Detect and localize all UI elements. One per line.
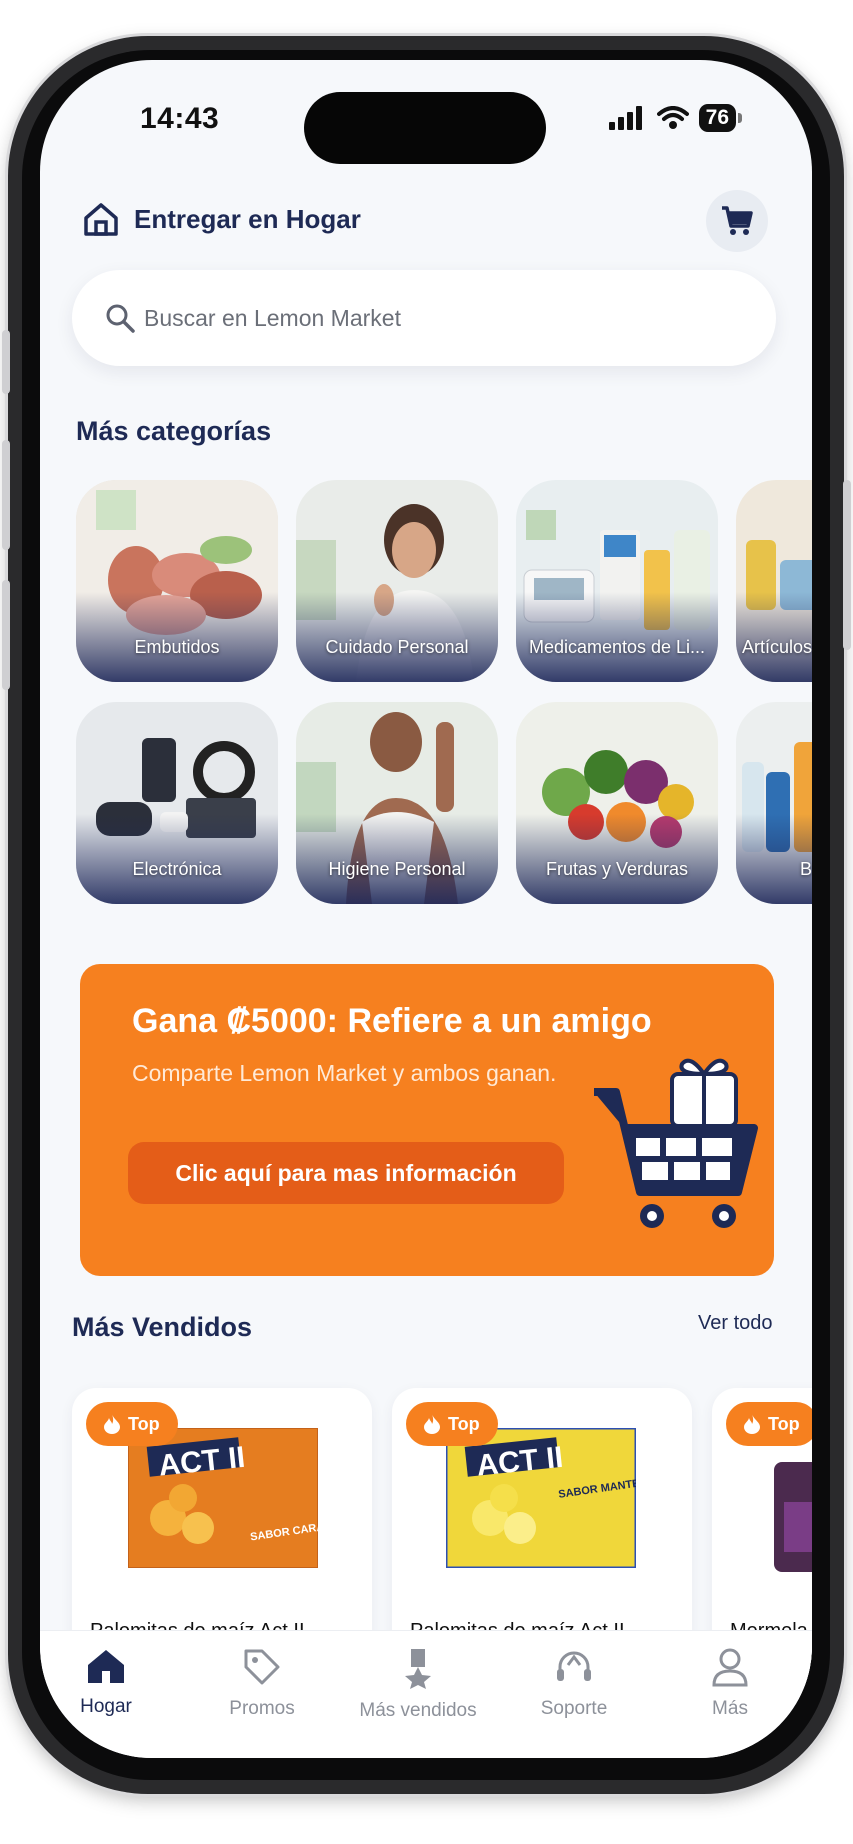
- tab-label: Promos: [229, 1698, 295, 1719]
- dynamic-island: [304, 92, 546, 164]
- search-bar[interactable]: Buscar en Lemon Market: [72, 270, 776, 366]
- category-electronica[interactable]: Electrónica: [76, 702, 278, 904]
- flame-icon: [744, 1414, 760, 1434]
- top-badge-label: Top: [128, 1413, 160, 1434]
- category-label: Cuidado Personal: [325, 637, 469, 657]
- volume-up-button: [2, 440, 10, 550]
- cart-button[interactable]: [706, 190, 768, 252]
- referral-banner[interactable]: Gana ₡5000: Refiere a un amigo Comparte …: [80, 964, 774, 1276]
- delivery-location[interactable]: Entregar en Hogar: [82, 200, 361, 238]
- bottom-tab-bar: Hogar Promos Más vendidos Soporte Más: [40, 1630, 812, 1758]
- category-bebidas[interactable]: B: [736, 702, 812, 904]
- product-image: ACT II SABOR CARAMELO: [128, 1428, 318, 1568]
- tab-mas-vendidos[interactable]: Más vendidos: [348, 1647, 488, 1722]
- delivery-location-label: Entregar en Hogar: [134, 203, 361, 234]
- signal-icon: [608, 106, 642, 130]
- gift-cart-icon: [594, 1058, 758, 1228]
- medal-icon: [405, 1649, 431, 1689]
- category-articulos[interactable]: Artículos: [736, 480, 812, 682]
- referral-title: Gana ₡5000: Refiere a un amigo: [132, 1002, 652, 1040]
- power-button: [843, 480, 851, 650]
- status-time: 14:43: [140, 102, 220, 135]
- category-label: Artículos: [742, 637, 812, 657]
- tab-hogar[interactable]: Hogar: [40, 1647, 176, 1718]
- referral-subtitle: Comparte Lemon Market y ambos ganan.: [132, 1060, 557, 1086]
- category-cuidado-personal[interactable]: Cuidado Personal: [296, 480, 498, 682]
- top-badge-label: Top: [768, 1413, 800, 1434]
- battery-indicator: 76: [698, 104, 743, 132]
- category-embutidos[interactable]: Embutidos: [76, 480, 278, 682]
- tab-label: Hogar: [80, 1696, 132, 1717]
- shopping-cart-icon: [722, 206, 753, 235]
- categories-title: Más categorías: [76, 416, 272, 446]
- status-indicators: 76: [608, 104, 743, 132]
- wifi-icon: [656, 106, 689, 129]
- product-image: [774, 1462, 812, 1572]
- home-outline-icon: [84, 203, 118, 236]
- flame-icon: [104, 1414, 120, 1434]
- volume-down-button: [2, 580, 10, 690]
- top-badge-label: Top: [448, 1413, 480, 1434]
- best-sellers-title: Más Vendidos: [72, 1312, 253, 1342]
- top-badge: Top: [406, 1402, 498, 1446]
- tab-promos[interactable]: Promos: [192, 1647, 332, 1720]
- category-frutas-verduras[interactable]: Frutas y Verduras: [516, 702, 718, 904]
- tab-soporte[interactable]: Soporte: [504, 1647, 644, 1720]
- top-badge: Top: [86, 1402, 178, 1446]
- category-medicamentos[interactable]: Medicamentos de Li...: [516, 480, 718, 682]
- category-higiene-personal[interactable]: Higiene Personal: [296, 702, 498, 904]
- category-label: Frutas y Verduras: [545, 859, 689, 879]
- tab-label: Más: [712, 1698, 748, 1719]
- tag-icon: [244, 1649, 280, 1685]
- search-icon: [106, 304, 135, 333]
- search-input[interactable]: Buscar en Lemon Market: [144, 305, 401, 332]
- flame-icon: [424, 1414, 440, 1434]
- category-label: Embutidos: [134, 637, 220, 657]
- category-label: B: [800, 859, 812, 879]
- mute-switch: [2, 330, 10, 394]
- category-label: Higiene Personal: [328, 859, 466, 879]
- see-all-link[interactable]: Ver todo: [698, 1312, 773, 1335]
- tab-mas[interactable]: Más: [660, 1647, 800, 1720]
- home-icon: [88, 1650, 124, 1683]
- tab-label: Soporte: [540, 1698, 608, 1719]
- top-badge: Top: [726, 1402, 812, 1446]
- tab-label: Más vendidos: [359, 1700, 477, 1721]
- product-image: ACT II SABOR MANTEQUILLA: [446, 1428, 636, 1568]
- user-icon: [712, 1648, 748, 1687]
- support-headset-icon: [557, 1651, 591, 1681]
- app-screen: 14:43 76 Entregar en Hogar Buscar en Lem…: [40, 60, 812, 1758]
- category-label: Electrónica: [132, 859, 222, 879]
- category-label: Medicamentos de Li...: [528, 637, 706, 657]
- referral-info-button[interactable]: Clic aquí para mas información: [128, 1142, 564, 1204]
